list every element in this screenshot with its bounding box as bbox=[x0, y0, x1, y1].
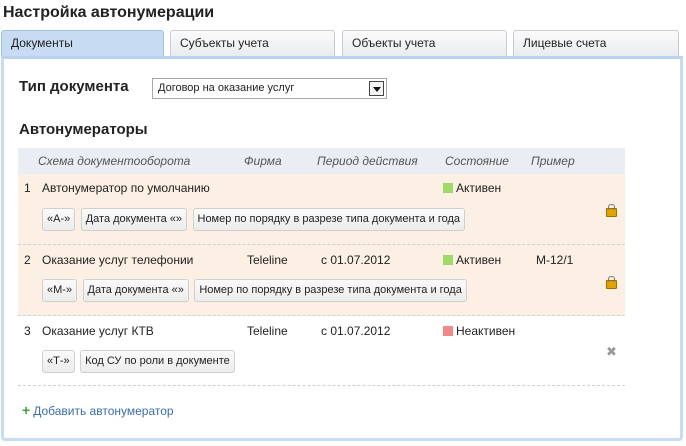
col-firm: Фирма bbox=[244, 154, 282, 168]
chip-list: «Т-» Код СУ по роли в документе bbox=[42, 350, 236, 373]
tab-documents[interactable]: Документы bbox=[1, 30, 164, 57]
tab-accounts[interactable]: Лицевые счета bbox=[513, 30, 679, 56]
section-title: Автонумераторы bbox=[19, 121, 148, 138]
chip-list: «М-» Дата документа «» Номер по порядку … bbox=[42, 279, 468, 302]
status-badge: Активен bbox=[443, 253, 501, 267]
row-name: Автонумератор по умолчанию bbox=[42, 181, 210, 195]
status-indicator bbox=[443, 183, 453, 193]
doc-type-label: Тип документа bbox=[19, 78, 129, 95]
table-header: Схема документооборота Фирма Период дейс… bbox=[18, 148, 625, 174]
documents-panel: Тип документа Договор на оказание услуг … bbox=[1, 56, 683, 441]
status-indicator bbox=[443, 255, 453, 265]
row-number: 2 bbox=[24, 253, 31, 267]
col-status: Состояние bbox=[445, 154, 509, 168]
col-period: Период действия bbox=[317, 154, 418, 168]
tab-objects[interactable]: Объекты учета bbox=[342, 30, 507, 56]
prefix-chip[interactable]: «А-» bbox=[42, 208, 76, 231]
status-indicator bbox=[443, 326, 453, 336]
code-chip[interactable]: Код СУ по роли в документе bbox=[80, 350, 235, 373]
row-period: с 01.07.2012 bbox=[321, 324, 391, 338]
row-period: с 01.07.2012 bbox=[321, 253, 391, 267]
table-row[interactable]: 2 Оказание услуг телефонии Teleline с 01… bbox=[18, 245, 625, 316]
status-badge: Неактивен bbox=[443, 324, 515, 338]
doc-type-selected-value: Договор на оказание услуг bbox=[158, 82, 295, 94]
add-autonumerator-link[interactable]: + Добавить автонумератор bbox=[22, 402, 174, 418]
prefix-chip[interactable]: «Т-» bbox=[42, 350, 75, 373]
page-title: Настройка автонумерации bbox=[3, 4, 215, 21]
date-chip[interactable]: Дата документа «» bbox=[80, 208, 188, 231]
row-number: 3 bbox=[24, 324, 31, 338]
plus-icon: + bbox=[22, 402, 31, 418]
col-scheme: Схема документооборота bbox=[38, 154, 191, 168]
row-name: Оказание услуг телефонии bbox=[42, 253, 194, 267]
table-row[interactable]: 3 Оказание услуг КТВ Teleline с 01.07.20… bbox=[18, 316, 625, 386]
row-example: М-12/1 bbox=[536, 253, 574, 267]
row-firm: Teleline bbox=[247, 253, 288, 267]
row-name: Оказание услуг КТВ bbox=[42, 324, 154, 338]
lock-icon[interactable] bbox=[606, 276, 617, 289]
prefix-chip[interactable]: «М-» bbox=[42, 279, 78, 302]
status-badge: Активен bbox=[443, 181, 501, 195]
row-firm: Teleline bbox=[247, 324, 288, 338]
chip-list: «А-» Дата документа «» Номер по порядку … bbox=[42, 208, 466, 231]
lock-icon[interactable] bbox=[606, 204, 617, 217]
chevron-down-icon[interactable] bbox=[369, 81, 384, 96]
date-chip[interactable]: Дата документа «» bbox=[82, 279, 189, 302]
row-number: 1 bbox=[24, 181, 31, 195]
tab-subjects[interactable]: Субъекты учета bbox=[170, 30, 335, 56]
number-chip[interactable]: Номер по порядку в разрезе типа документ… bbox=[192, 208, 466, 231]
doc-type-select[interactable]: Договор на оказание услуг bbox=[152, 78, 387, 99]
tab-bar: Документы Субъекты учета Объекты учета Л… bbox=[0, 30, 686, 57]
col-example: Пример bbox=[531, 154, 575, 168]
table-row[interactable]: 1 Автонумератор по умолчанию Активен «А-… bbox=[18, 174, 625, 245]
delete-icon[interactable]: ✖ bbox=[606, 344, 617, 360]
autonumerators-table: Схема документооборота Фирма Период дейс… bbox=[18, 148, 625, 386]
number-chip[interactable]: Номер по порядку в разрезе типа документ… bbox=[194, 279, 467, 302]
